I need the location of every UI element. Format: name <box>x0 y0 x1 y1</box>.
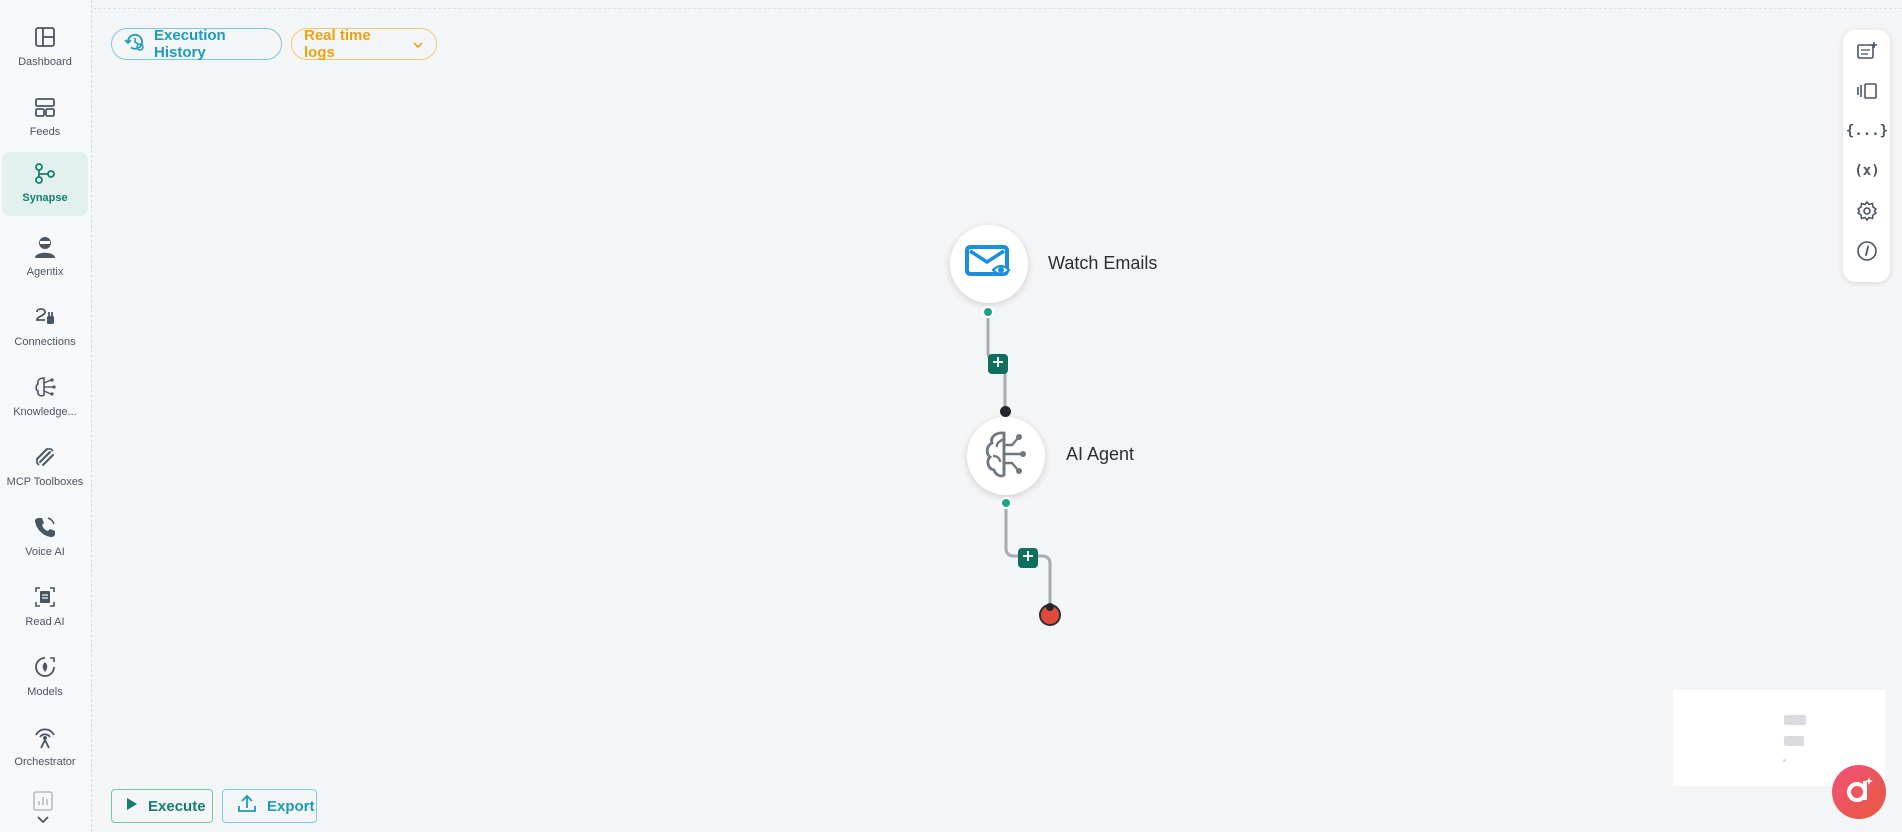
execute-label: Execute <box>148 797 206 815</box>
output-handle[interactable] <box>982 306 994 318</box>
assistant-logo-icon <box>1842 773 1876 812</box>
output-handle[interactable] <box>1000 497 1012 509</box>
plus-icon <box>992 355 1004 373</box>
input-handle <box>1046 603 1054 611</box>
execute-button[interactable]: Execute <box>111 789 213 823</box>
export-label: Export <box>267 797 315 815</box>
ai-brain-icon <box>980 429 1032 484</box>
flow-connectors <box>986 312 1052 612</box>
upload-icon <box>237 794 257 817</box>
add-step-button[interactable] <box>1018 548 1038 568</box>
assistant-chat-button[interactable] <box>1832 765 1886 819</box>
watch-emails-label: Watch Emails <box>1048 253 1158 273</box>
export-button[interactable]: Export <box>222 789 317 823</box>
add-step-button[interactable] <box>988 354 1008 374</box>
ai-agent-label: AI Agent <box>1066 444 1135 464</box>
minimap-node <box>1783 759 1786 762</box>
email-watch-icon <box>963 242 1015 287</box>
watch-emails-node[interactable] <box>950 225 1028 303</box>
play-icon <box>126 797 138 815</box>
minimap-node <box>1784 715 1806 725</box>
ai-agent-node[interactable] <box>967 417 1045 495</box>
minimap-node <box>1784 736 1804 746</box>
plus-icon <box>1022 549 1034 567</box>
input-handle[interactable] <box>1000 406 1011 417</box>
